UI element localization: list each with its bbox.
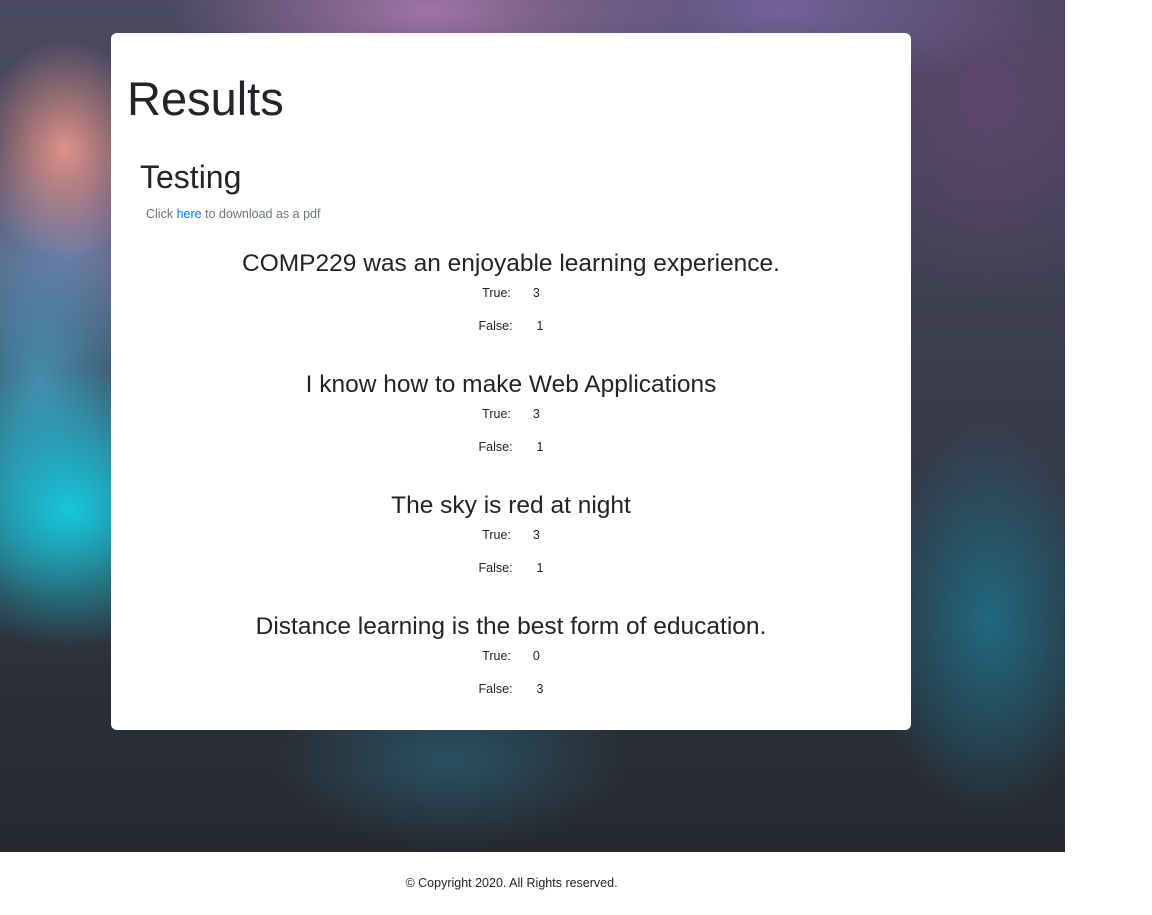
question-text: I know how to make Web Applications (305, 371, 717, 398)
true-answer-row: True: 3 (111, 528, 911, 542)
question-results-list: COMP229 was an enjoyable learning experi… (111, 247, 911, 731)
results-card: Results Testing Click here to download a… (111, 33, 911, 730)
question-result: I know how to make Web Applications True… (111, 368, 911, 489)
false-count: 1 (536, 440, 544, 454)
page-title: Results (127, 72, 284, 125)
question-text: The sky is red at night (391, 492, 631, 519)
true-count: 0 (532, 649, 540, 663)
false-label: False: (478, 561, 513, 575)
false-label: False: (478, 319, 513, 333)
download-prefix: Click (146, 207, 174, 221)
download-pdf-link[interactable]: here (177, 207, 202, 221)
false-count: 1 (536, 561, 544, 575)
false-count: 3 (536, 682, 544, 696)
false-answer-row: False: 1 (111, 440, 911, 454)
true-label: True: (482, 286, 511, 300)
false-answer-row: False: 1 (111, 561, 911, 575)
true-label: True: (482, 528, 511, 542)
true-count: 3 (532, 528, 540, 542)
copyright-text: © Copyright 2020. All Rights reserved. (405, 876, 618, 890)
question-text: COMP229 was an enjoyable learning experi… (242, 250, 780, 277)
footer: © Copyright 2020. All Rights reserved. (0, 852, 1023, 908)
question-result: COMP229 was an enjoyable learning experi… (111, 247, 911, 368)
true-count: 3 (532, 407, 540, 421)
question-result: The sky is red at night True: 3 False: 1 (111, 489, 911, 610)
true-count: 3 (532, 286, 540, 300)
survey-title: Testing (140, 159, 242, 195)
download-suffix: to download as a pdf (205, 207, 321, 221)
true-answer-row: True: 3 (111, 286, 911, 300)
true-label: True: (482, 649, 511, 663)
false-count: 1 (536, 319, 544, 333)
true-answer-row: True: 0 (111, 649, 911, 663)
true-answer-row: True: 3 (111, 407, 911, 421)
false-answer-row: False: 1 (111, 319, 911, 333)
question-result: Distance learning is the best form of ed… (111, 610, 911, 731)
download-instructions: Click here to download as a pdf (146, 207, 320, 221)
false-label: False: (478, 682, 513, 696)
question-text: Distance learning is the best form of ed… (255, 613, 767, 640)
false-label: False: (478, 440, 513, 454)
true-label: True: (482, 407, 511, 421)
false-answer-row: False: 3 (111, 682, 911, 696)
